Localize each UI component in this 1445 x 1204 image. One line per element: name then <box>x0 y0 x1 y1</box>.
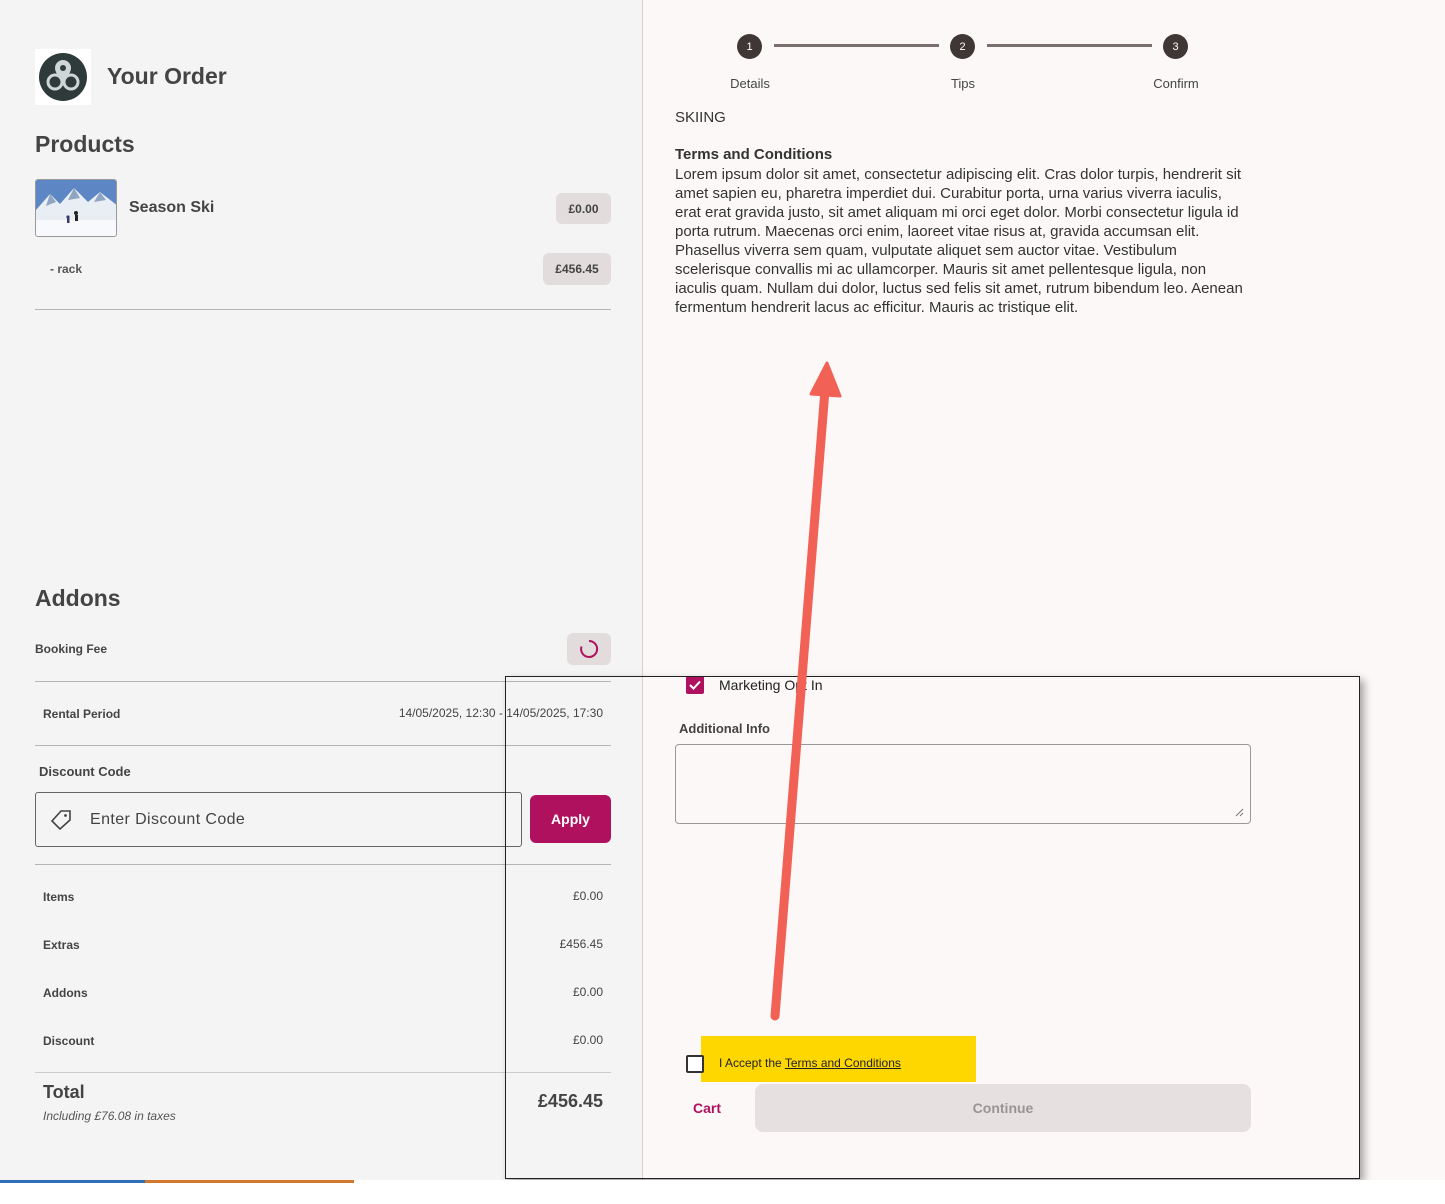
additional-info-label: Additional Info <box>679 721 770 736</box>
bottom-strip <box>0 1180 1445 1204</box>
extra-name: - rack <box>50 262 83 276</box>
resize-handle-icon[interactable] <box>1234 807 1244 817</box>
product-name: Season Ski <box>129 199 215 216</box>
step-2-indicator[interactable]: 2 <box>950 34 975 59</box>
booking-fee-loading <box>567 633 611 665</box>
extra-price: £456.45 <box>543 253 611 285</box>
booking-fee-label: Booking Fee <box>35 642 108 656</box>
step-3-label: Confirm <box>1153 76 1199 91</box>
brand-logo <box>35 49 91 105</box>
tax-note: Including £76.08 in taxes <box>43 1109 176 1123</box>
accept-terms-checkbox[interactable] <box>686 1055 704 1073</box>
accept-terms-prefix: I Accept the <box>719 1056 785 1070</box>
divider <box>35 864 611 865</box>
stepper-connector <box>774 44 939 47</box>
marketing-opt-in-label: Marketing Opt In <box>719 677 823 693</box>
summary-value-items: £0.00 <box>572 889 603 903</box>
terms-title: Terms and Conditions <box>675 146 833 163</box>
terms-link[interactable]: Terms and Conditions <box>785 1056 901 1070</box>
discount-code-input[interactable] <box>90 810 470 829</box>
summary-label-discount: Discount <box>43 1034 95 1048</box>
order-summary-panel: Your Order Products Season Ski £0.00 - r… <box>0 0 643 1180</box>
products-heading: Products <box>35 131 135 157</box>
summary-label-addons: Addons <box>43 986 88 1000</box>
checkmark-icon <box>689 680 701 690</box>
progress-strip-orange <box>145 1180 354 1183</box>
divider <box>35 745 611 746</box>
stepper-connector <box>987 44 1152 47</box>
activity-name: SKIING <box>675 109 726 126</box>
product-thumbnail <box>35 179 117 237</box>
product-price: £0.00 <box>556 193 611 224</box>
addons-heading: Addons <box>35 585 121 611</box>
continue-button[interactable]: Continue <box>755 1084 1251 1132</box>
order-title: Your Order <box>107 63 227 89</box>
progress-strip-blue <box>0 1180 145 1183</box>
summary-value-addons: £0.00 <box>572 985 603 999</box>
divider <box>35 681 611 682</box>
total-value: £456.45 <box>537 1091 603 1111</box>
accept-terms-label: I Accept the Terms and Conditions <box>719 1056 901 1070</box>
terms-body: Lorem ipsum dolor sit amet, consectetur … <box>675 166 1243 316</box>
additional-info-textarea[interactable] <box>675 744 1251 824</box>
discount-code-label: Discount Code <box>39 764 131 779</box>
rental-period-value: 14/05/2025, 12:30 - 14/05/2025, 17:30 <box>398 706 603 720</box>
rental-period-label: Rental Period <box>43 707 121 721</box>
summary-value-discount: £0.00 <box>572 1033 603 1047</box>
summary-label-items: Items <box>43 890 75 904</box>
divider <box>35 309 611 310</box>
step-2-label: Tips <box>950 76 976 91</box>
cart-button[interactable]: Cart <box>682 1094 732 1122</box>
summary-value-extras: £456.45 <box>559 937 603 951</box>
marketing-opt-in-checkbox[interactable] <box>686 676 704 694</box>
total-label: Total <box>43 1082 85 1102</box>
divider <box>35 1072 611 1073</box>
summary-label-extras: Extras <box>43 938 80 952</box>
loading-spinner-icon <box>580 639 599 658</box>
tag-icon <box>50 809 71 830</box>
step-1-label: Details <box>730 76 770 91</box>
discount-code-field[interactable] <box>35 792 522 847</box>
step-3-indicator[interactable]: 3 <box>1163 34 1188 59</box>
apply-discount-button[interactable]: Apply <box>530 795 611 843</box>
step-1-indicator[interactable]: 1 <box>737 34 762 59</box>
